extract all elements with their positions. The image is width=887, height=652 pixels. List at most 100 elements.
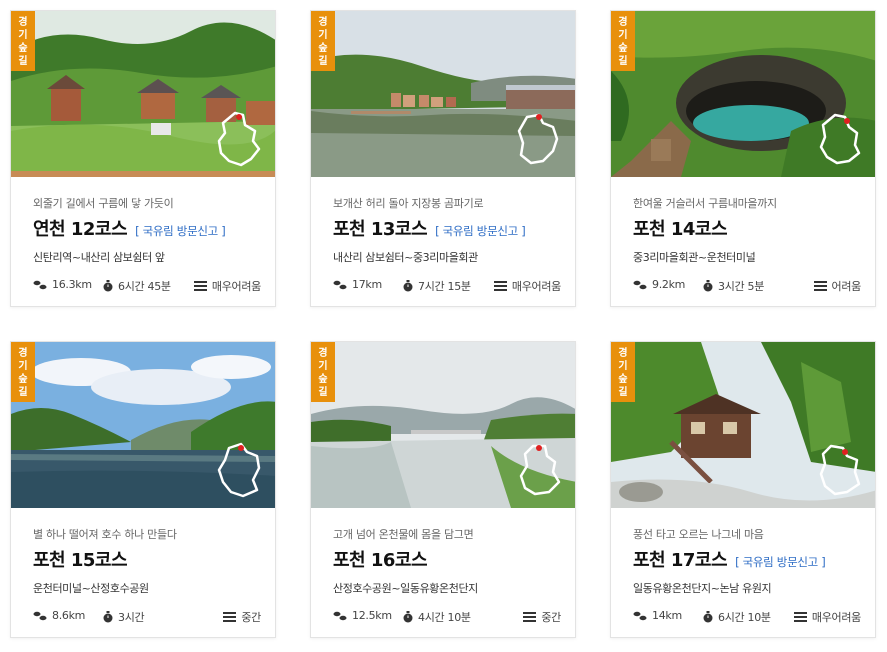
difficulty-value: 어려움 (831, 280, 862, 293)
footprint-icon (333, 280, 347, 289)
duration: 6시간 10분 (703, 609, 771, 625)
course-title: 포천 17코스 (633, 550, 728, 571)
duration-value: 6시간 10분 (718, 611, 771, 624)
course-photo: 경기숲길 (611, 342, 875, 508)
footprint-icon (333, 611, 347, 620)
difficulty-bars-icon (223, 612, 237, 622)
course-card[interactable]: 경기숲길 외줄기 길에서 구름에 닿 가듯이 연천 12코스 [ 국유림 방문신… (10, 10, 276, 307)
distance: 14km (633, 609, 682, 622)
difficulty: 중간 (223, 609, 261, 625)
course-title: 포천 15코스 (33, 550, 128, 571)
course-meta: 17km 7시간 15분 매우어려움 (333, 278, 561, 294)
course-map-icon (519, 444, 561, 496)
difficulty-value: 중간 (541, 611, 561, 624)
course-photo: 경기숲길 (611, 11, 875, 177)
distance-value: 14km (652, 609, 682, 622)
difficulty-value: 중간 (241, 611, 261, 624)
footprint-icon (33, 611, 47, 620)
difficulty-bars-icon (793, 612, 807, 622)
course-map-icon (217, 111, 261, 167)
gyeonggi-forest-trail-badge: 경기숲길 (311, 342, 335, 402)
stopwatch-icon (403, 611, 413, 623)
stopwatch-icon (703, 611, 713, 623)
difficulty: 매우어려움 (493, 278, 561, 294)
course-title: 포천 14코스 (633, 219, 728, 240)
distance-value: 17km (352, 278, 382, 291)
course-map-icon (517, 113, 559, 165)
course-card-grid: 경기숲길 외줄기 길에서 구름에 닿 가듯이 연천 12코스 [ 국유림 방문신… (0, 0, 887, 652)
course-route: 산정호수공원~일동유황온천단지 (333, 582, 478, 595)
course-subtitle: 풍선 타고 오르는 나그네 마음 (633, 528, 764, 541)
duration-value: 3시간 5분 (718, 280, 765, 293)
course-subtitle: 고개 넘어 온천물에 몸을 담그면 (333, 528, 474, 541)
footprint-icon (633, 280, 647, 289)
course-meta: 8.6km 3시간 중간 (33, 609, 261, 625)
national-forest-notice: [ 국유림 방문신고 ] (735, 555, 826, 569)
course-card[interactable]: 경기숲길 별 하나 떨어져 호수 하나 만들다 포천 15코스 운천터미널~산정… (10, 341, 276, 638)
difficulty: 매우어려움 (193, 278, 261, 294)
course-subtitle: 별 하나 떨어져 호수 하나 만들다 (33, 528, 177, 541)
stopwatch-icon (403, 280, 413, 292)
course-map-icon (819, 113, 861, 165)
difficulty: 매우어려움 (793, 609, 861, 625)
course-route: 운천터미널~산정호수공원 (33, 582, 149, 595)
course-photo: 경기숲길 (311, 11, 575, 177)
difficulty: 중간 (523, 609, 561, 625)
distance: 12.5km (333, 609, 392, 622)
gyeonggi-forest-trail-badge: 경기숲길 (11, 342, 35, 402)
duration: 7시간 15분 (403, 278, 471, 294)
difficulty-value: 매우어려움 (211, 280, 261, 293)
course-meta: 9.2km 3시간 5분 어려움 (633, 278, 861, 294)
course-card[interactable]: 경기숲길 보개산 허리 돌아 지장봉 곰파기로 포천 13코스 [ 국유림 방문… (310, 10, 576, 307)
course-card[interactable]: 경기숲길 풍선 타고 오르는 나그네 마음 포천 17코스 [ 국유림 방문신고… (610, 341, 876, 638)
difficulty-bars-icon (193, 281, 207, 291)
gyeonggi-forest-trail-badge: 경기숲길 (611, 11, 635, 71)
course-card[interactable]: 경기숲길 고개 넘어 온천물에 몸을 담그면 포천 16코스 산정호수공원~일동… (310, 341, 576, 638)
course-map-icon (217, 442, 261, 498)
duration: 3시간 (103, 609, 145, 625)
distance-value: 8.6km (52, 609, 86, 622)
course-route: 내산리 삼보쉼터~중3리마을회관 (333, 251, 478, 264)
course-title: 포천 13코스 (333, 219, 428, 240)
footprint-icon (33, 280, 47, 289)
duration-value: 3시간 (118, 611, 145, 624)
course-map-icon (819, 444, 861, 496)
course-subtitle: 한여울 거슬러서 구름내마을까지 (633, 197, 777, 210)
stopwatch-icon (103, 280, 113, 292)
course-route: 일동유황온천단지~논남 유원지 (633, 582, 772, 595)
course-meta: 14km 6시간 10분 매우어려움 (633, 609, 861, 625)
distance: 8.6km (33, 609, 85, 622)
course-meta: 16.3km 6시간 45분 매우어려움 (33, 278, 261, 294)
duration-value: 6시간 45분 (118, 280, 171, 293)
course-meta: 12.5km 4시간 10분 중간 (333, 609, 561, 625)
duration-value: 7시간 15분 (418, 280, 471, 293)
gyeonggi-forest-trail-badge: 경기숲길 (11, 11, 35, 71)
footprint-icon (633, 611, 647, 620)
course-subtitle: 보개산 허리 돌아 지장봉 곰파기로 (333, 197, 484, 210)
difficulty-value: 매우어려움 (511, 280, 561, 293)
course-title: 포천 16코스 (333, 550, 428, 571)
gyeonggi-forest-trail-badge: 경기숲길 (611, 342, 635, 402)
duration-value: 4시간 10분 (418, 611, 471, 624)
course-subtitle: 외줄기 길에서 구름에 닿 가듯이 (33, 197, 174, 210)
stopwatch-icon (703, 280, 713, 292)
course-card[interactable]: 경기숲길 한여울 거슬러서 구름내마을까지 포천 14코스 중3리마을회관~운천… (610, 10, 876, 307)
course-photo: 경기숲길 (11, 342, 275, 508)
difficulty-bars-icon (493, 281, 507, 291)
duration: 4시간 10분 (403, 609, 471, 625)
course-route: 신탄리역~내산리 삼보쉼터 앞 (33, 251, 165, 264)
gyeonggi-forest-trail-badge: 경기숲길 (311, 11, 335, 71)
course-photo: 경기숲길 (311, 342, 575, 508)
national-forest-notice: [ 국유림 방문신고 ] (435, 224, 526, 238)
course-photo: 경기숲길 (11, 11, 275, 177)
difficulty-value: 매우어려움 (811, 611, 861, 624)
distance-value: 9.2km (652, 278, 686, 291)
distance-value: 12.5km (352, 609, 392, 622)
stopwatch-icon (103, 611, 113, 623)
distance: 9.2km (633, 278, 685, 291)
national-forest-notice: [ 국유림 방문신고 ] (135, 224, 226, 238)
distance-value: 16.3km (52, 278, 92, 291)
distance: 17km (333, 278, 382, 291)
distance: 16.3km (33, 278, 92, 291)
course-title: 연천 12코스 (33, 219, 128, 240)
